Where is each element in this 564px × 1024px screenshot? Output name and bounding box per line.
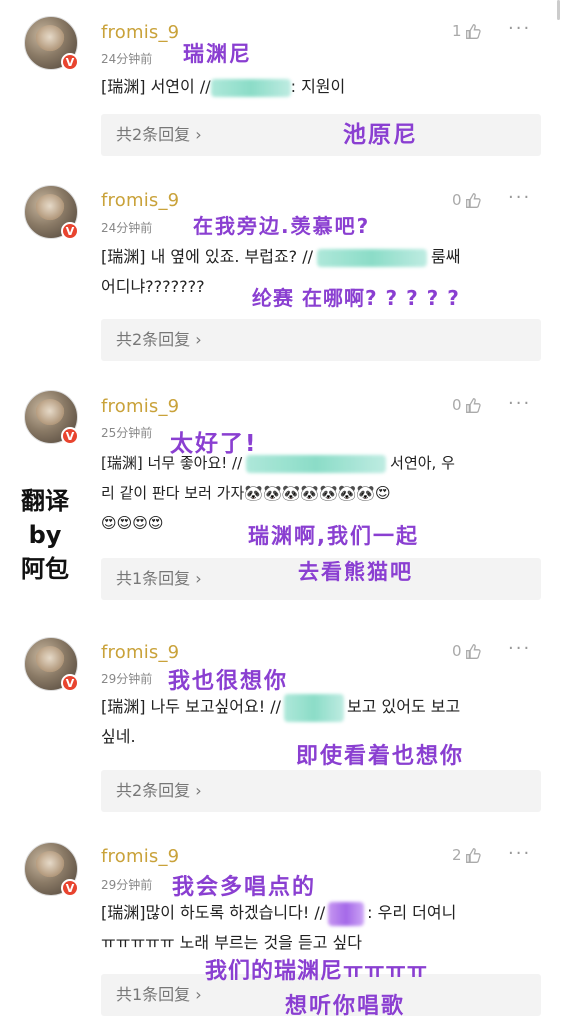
annotation: 我会多唱点的 bbox=[172, 875, 317, 900]
credit-line: 阿包 bbox=[21, 555, 69, 583]
reply-count-button[interactable]: 共2条回复 › bbox=[101, 319, 541, 361]
like-count: 1 bbox=[452, 22, 462, 40]
username[interactable]: fromis_9 bbox=[101, 190, 179, 211]
credit-line: 翻译 bbox=[21, 487, 69, 515]
thumbs-up-icon bbox=[465, 847, 481, 863]
timestamp: 24分钟前 bbox=[101, 52, 153, 66]
scrollbar[interactable] bbox=[557, 0, 560, 20]
like-count: 0 bbox=[452, 642, 462, 660]
verified-icon: V bbox=[61, 674, 79, 692]
thumbs-up-icon bbox=[465, 23, 481, 39]
like-button[interactable]: 0 bbox=[452, 642, 482, 660]
more-icon[interactable]: ··· bbox=[508, 638, 531, 659]
blurred-username bbox=[283, 693, 344, 722]
avatar[interactable]: V bbox=[24, 185, 79, 240]
annotation: 太好了! bbox=[170, 431, 258, 457]
like-count: 0 bbox=[452, 396, 462, 414]
avatar[interactable]: V bbox=[24, 842, 79, 897]
comment-text: [瑞渊]많이 하도록 하겠습니다! //: 우리 더여니 ㅠㅠㅠㅠㅠ 노래 부르… bbox=[101, 901, 457, 952]
like-count: 2 bbox=[452, 846, 462, 864]
thumbs-up-icon bbox=[465, 192, 481, 208]
annotation: 瑞渊尼 bbox=[183, 42, 252, 66]
more-icon[interactable]: ··· bbox=[508, 393, 531, 414]
more-icon[interactable]: ··· bbox=[508, 843, 531, 864]
like-button[interactable]: 1 bbox=[452, 22, 482, 40]
username[interactable]: fromis_9 bbox=[101, 22, 179, 43]
avatar[interactable]: V bbox=[24, 16, 79, 71]
more-icon[interactable]: ··· bbox=[508, 18, 531, 39]
annotation: 池原尼 bbox=[343, 122, 418, 148]
timestamp: 29分钟前 bbox=[101, 878, 153, 892]
thumbs-up-icon bbox=[465, 397, 481, 413]
blurred-username bbox=[246, 454, 387, 473]
annotation: 想听你唱歌 bbox=[285, 994, 406, 1019]
username[interactable]: fromis_9 bbox=[101, 642, 179, 663]
timestamp: 29分钟前 bbox=[101, 672, 153, 686]
translator-credit: 翻译 by 阿包 bbox=[10, 484, 80, 586]
more-icon[interactable]: ··· bbox=[508, 187, 531, 208]
annotation: 我们的瑞渊尼ㅠㅠㅠㅠ bbox=[205, 959, 428, 984]
timestamp: 24分钟前 bbox=[101, 221, 153, 235]
username[interactable]: fromis_9 bbox=[101, 846, 179, 867]
like-button[interactable]: 2 bbox=[452, 846, 482, 864]
blurred-username bbox=[317, 248, 428, 267]
thumbs-up-icon bbox=[465, 643, 481, 659]
annotation: 即使看着也想你 bbox=[296, 744, 465, 769]
annotation: 去看熊猫吧 bbox=[298, 560, 413, 584]
like-button[interactable]: 0 bbox=[452, 396, 482, 414]
annotation: 纶赛 在哪啊? ? ? ? ? bbox=[252, 286, 460, 310]
credit-line: by bbox=[28, 521, 62, 549]
username[interactable]: fromis_9 bbox=[101, 396, 179, 417]
verified-icon: V bbox=[61, 222, 79, 240]
blurred-username bbox=[328, 901, 365, 926]
reply-count-button[interactable]: 共2条回复 › bbox=[101, 770, 541, 812]
like-button[interactable]: 0 bbox=[452, 191, 482, 209]
reply-count-button[interactable]: 共2条回复 › bbox=[101, 114, 541, 156]
annotation: 瑞渊啊,我们一起 bbox=[248, 524, 419, 548]
verified-icon: V bbox=[61, 879, 79, 897]
comment-text: [瑞渊] 서연이 //: 지원이 bbox=[101, 77, 346, 97]
avatar[interactable]: V bbox=[24, 637, 79, 692]
timestamp: 25分钟前 bbox=[101, 426, 153, 440]
verified-icon: V bbox=[61, 53, 79, 71]
like-count: 0 bbox=[452, 191, 462, 209]
avatar[interactable]: V bbox=[24, 390, 79, 445]
annotation: 我也很想你 bbox=[168, 669, 289, 694]
annotation: 在我旁边.羡慕吧? bbox=[193, 214, 371, 238]
blurred-username bbox=[210, 78, 291, 97]
verified-icon: V bbox=[61, 427, 79, 445]
